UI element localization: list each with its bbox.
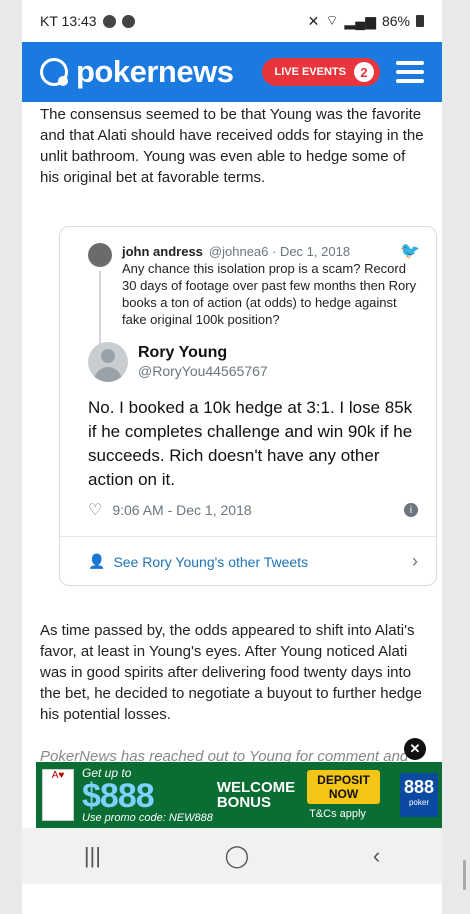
see-other-tweets-link[interactable]: 👤 See Rory Young's other Tweets › [60,537,436,572]
tweet-meta: ♡ 9:06 AM - Dec 1, 2018 i [60,492,436,520]
tweet-author-name[interactable]: Rory Young [138,344,268,362]
chevron-right-icon: › [412,551,418,571]
twitter-bird-icon[interactable]: 🐦 [400,243,420,260]
battery-level: 86% [381,13,410,29]
888-logo-text: 888 [403,777,434,797]
home-button[interactable]: ◯ [225,843,250,869]
avatar[interactable] [88,342,128,382]
quoted-author-handle: @johnea6 · Dec 1, 2018 [208,244,351,259]
ad-amount: $888 [82,777,155,815]
site-header: pokernews LIVE EVENTS 2 [22,42,442,102]
battery-icon [416,15,424,27]
live-events-label: LIVE EVENTS [274,66,346,78]
back-button[interactable]: ‹ [373,843,380,869]
playing-cards-icon: A♥ [42,769,74,821]
tweet-author[interactable]: Rory Young @RoryYou44565767 [60,328,436,382]
ad-welcome-text: WELCOME [216,779,296,796]
embedded-tweet[interactable]: john andress @johnea6 · Dec 1, 2018 🐦 An… [59,226,437,586]
article-paragraph: As time passed by, the odds appeared to … [40,622,422,723]
pokernews-logo-icon [40,58,68,86]
quoted-tweet[interactable]: john andress @johnea6 · Dec 1, 2018 🐦 An… [60,227,436,328]
ad-banner[interactable]: A♥ Get up to $888 Use promo code: NEW888… [36,762,442,828]
pokernews-logo[interactable]: pokernews [40,54,234,90]
phone-screen: KT 13:43 ✕ ⌔ ▂▄▆ 86% pokernews LIVE EVEN… [22,0,442,914]
menu-icon[interactable] [396,61,424,83]
article-content: The consensus seemed to be that Young wa… [22,104,442,188]
notification-icon [102,14,116,28]
live-events-button[interactable]: LIVE EVENTS 2 [262,58,380,86]
info-icon[interactable]: i [404,503,418,517]
brand-name: pokernews [76,54,234,89]
message-icon [121,14,135,28]
quoted-tweet-text: Any chance this isolation prop is a scam… [122,261,417,327]
ad-terms[interactable]: T&Cs apply [295,808,380,820]
wifi-icon: ⌔ [325,12,339,28]
888-logo-subtext: poker [408,798,429,807]
status-time: KT 13:43 [40,13,97,29]
android-nav-bar: ||| ◯ ‹ [22,828,442,884]
888-logo: 888 poker [399,773,438,817]
ad-welcome-bonus: WELCOME BONUS [217,780,295,810]
signal-icon: ▂▄▆ [344,12,376,29]
quoted-author-name[interactable]: john andress [122,243,203,260]
tweet-author-handle[interactable]: @RoryYou44565767 [138,363,268,379]
ad-promo-code: Use promo code: NEW888 [82,812,213,824]
tweet-text: No. I booked a 10k hedge at 3:1. I lose … [88,398,413,489]
article-paragraph: The consensus seemed to be that Young wa… [40,106,424,186]
mute-icon: ✕ [307,12,320,29]
scrollbar[interactable] [463,860,466,890]
person-icon: 👤 [88,553,106,569]
ad-bonus-text: BONUS [216,794,272,811]
avatar[interactable] [88,243,112,267]
deposit-label: DEPOSIT [317,773,370,787]
recent-apps-button[interactable]: ||| [84,843,101,869]
tweet-timestamp[interactable]: 9:06 AM - Dec 1, 2018 [112,502,251,518]
now-label: NOW [328,787,359,801]
deposit-now-button[interactable]: DEPOSIT NOW [307,770,380,804]
status-bar: KT 13:43 ✕ ⌔ ▂▄▆ 86% [22,0,442,42]
close-ad-button[interactable]: ✕ [404,738,426,760]
see-other-tweets-label: See Rory Young's other Tweets [113,553,309,570]
heart-icon[interactable]: ♡ [88,500,102,520]
live-events-count: 2 [354,62,374,82]
